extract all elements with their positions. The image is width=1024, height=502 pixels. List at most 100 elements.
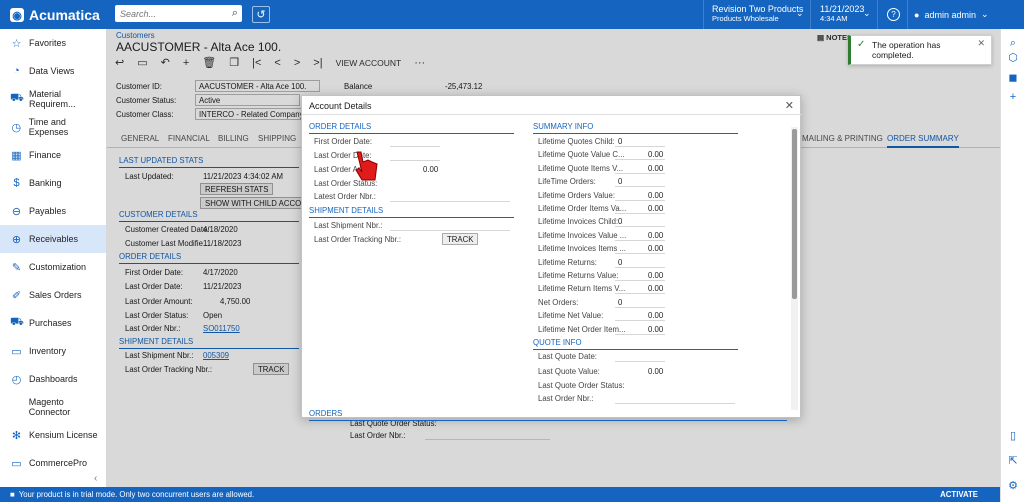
sidebar-item-label: Banking xyxy=(29,178,62,188)
summary-field-underline xyxy=(615,320,665,322)
gear-icon[interactable]: ⚙ xyxy=(1006,479,1020,492)
last-quote-date-field xyxy=(615,361,665,362)
menu-icon: ◷ xyxy=(11,121,22,134)
sidebar-item-data-views[interactable]: ◔ Data Views xyxy=(0,57,106,85)
summary-value: 0 xyxy=(618,217,623,227)
panel-icon[interactable]: ▯ xyxy=(1006,429,1020,442)
menu-icon: ✐ xyxy=(11,289,22,302)
last-order-nbr-field xyxy=(615,403,735,404)
summary-field-underline xyxy=(615,293,665,295)
summary-value: 0.00 xyxy=(648,271,664,280)
last-order-nbr-label: Last Order Nbr.: xyxy=(538,394,594,403)
summary-field-underline xyxy=(615,226,665,228)
help-icon[interactable]: ? xyxy=(887,8,900,21)
summary-label: Lifetime Quotes Child: xyxy=(538,137,615,146)
summary-field-underline xyxy=(615,213,665,214)
summary-value: 0 xyxy=(618,177,623,187)
summary-label: Lifetime Quote Items V... xyxy=(538,163,624,173)
menu-icon: ⛟ xyxy=(10,316,24,328)
summary-field-underline xyxy=(615,172,665,174)
sidebar-item-payables[interactable]: ⊖ Payables xyxy=(0,197,106,225)
summary-value: 0.00 xyxy=(648,230,664,240)
top-bar: ◉ Acumatica ⌕ ↺ Revision Two Products Pro… xyxy=(0,0,1024,29)
right-rail: ⌕ ⬡ ◼ + ▯ ⇱ ⚙ xyxy=(1000,29,1024,502)
acumatica-logo[interactable]: ◉ Acumatica xyxy=(10,7,100,23)
add-icon[interactable]: + xyxy=(1006,91,1020,103)
sidebar-item-label: Favorites xyxy=(29,38,67,48)
menu-icon: ⊕ xyxy=(11,233,22,246)
history-icon[interactable]: ↺ xyxy=(252,6,270,23)
close-icon[interactable]: ✕ xyxy=(977,38,985,49)
sidebar-item-dashboards[interactable]: ◴ Dashboards xyxy=(0,365,106,393)
summary-value: 0.00 xyxy=(648,163,664,173)
sidebar-item-label: Magento Connector xyxy=(28,397,71,417)
activate-button[interactable]: ACTIVATE xyxy=(940,490,978,499)
summary-field-underline xyxy=(615,159,665,161)
last-quote-value-label: Last Quote Value: xyxy=(538,367,600,376)
summary-field-underline xyxy=(615,199,665,201)
global-search[interactable]: ⌕ xyxy=(115,5,242,22)
sidebar-item-label: Sales Orders xyxy=(29,290,82,300)
sidebar-item-magento-connector[interactable]: Magento Connector xyxy=(0,393,106,421)
search-input[interactable] xyxy=(115,5,220,22)
menu-icon: ◴ xyxy=(11,373,22,386)
sidebar-item-sales-orders[interactable]: ✐ Sales Orders xyxy=(0,281,106,309)
divider xyxy=(877,0,878,29)
app-icon[interactable]: ⬡ xyxy=(1006,51,1020,64)
last-order-amount-value: 0.00 xyxy=(423,165,439,174)
external-link-icon[interactable]: ⇱ xyxy=(1006,454,1020,467)
sidebar-item-time-and-expenses[interactable]: ◷ Time and Expenses xyxy=(0,113,106,141)
chevron-down-icon[interactable]: ⌄ xyxy=(863,8,871,19)
last-quote-order-status-label: Last Quote Order Status: xyxy=(538,381,625,390)
scrollbar-thumb[interactable] xyxy=(792,129,797,299)
summary-field-underline xyxy=(615,186,665,188)
shipment-details-header: SHIPMENT DETAILS xyxy=(309,206,514,218)
sidebar-item-purchases[interactable]: ⛟ Purchases xyxy=(0,309,106,337)
summary-label: Net Orders: xyxy=(538,297,579,307)
summary-value: 0 xyxy=(618,257,623,267)
orders-header: ORDERS xyxy=(309,409,787,421)
sidebar-item-inventory[interactable]: ▭ Inventory xyxy=(0,337,106,365)
dialog-header: Account Details ✕ xyxy=(302,96,802,115)
dialog-scrollbar[interactable] xyxy=(791,127,798,410)
sidebar-item-label: Kensium License xyxy=(29,430,98,440)
sidebar-item-label: Time and Expenses xyxy=(28,117,69,137)
sidebar-item-receivables[interactable]: ⊕ Receivables xyxy=(0,225,106,253)
track-button[interactable]: TRACK xyxy=(442,233,479,245)
summary-label: Lifetime Net Order Item... xyxy=(538,324,626,334)
menu-icon: ✻ xyxy=(11,429,22,442)
branch-name: Products Wholesale xyxy=(712,14,779,23)
order-details-header: ORDER DETAILS xyxy=(309,122,514,134)
branch-selector[interactable]: Revision Two Products Products Wholesale xyxy=(712,4,803,24)
summary-label: Lifetime Invoices Items ... xyxy=(538,244,626,254)
sidebar-item-banking[interactable]: $ Banking xyxy=(0,169,106,197)
summary-value: 0.00 xyxy=(648,204,664,213)
search-icon[interactable]: ⌕ xyxy=(232,7,238,20)
chevron-down-icon[interactable]: ⌄ xyxy=(796,8,804,19)
collapse-menu-icon[interactable]: ‹ xyxy=(94,473,97,484)
outlook-icon[interactable]: ◼ xyxy=(1006,71,1020,84)
menu-icon: ✎ xyxy=(11,261,22,274)
close-icon[interactable]: ✕ xyxy=(785,99,794,112)
divider xyxy=(703,0,704,29)
sidebar-item-kensium-license[interactable]: ✻ Kensium License xyxy=(0,421,106,449)
menu-icon: ☆ xyxy=(11,37,22,50)
sidebar-item-material-requirem[interactable]: ⛟ Material Requirem... xyxy=(0,85,106,113)
sidebar-item-finance[interactable]: ▦ Finance xyxy=(0,141,106,169)
sidebar-item-commercepro[interactable]: ▭ CommercePro xyxy=(0,449,106,477)
trial-message: ■ Your product is in trial mode. Only two… xyxy=(10,490,254,499)
sidebar-item-favorites[interactable]: ☆ Favorites xyxy=(0,29,106,57)
summary-field-underline xyxy=(615,280,665,281)
sidebar-item-customization[interactable]: ✎ Customization xyxy=(0,253,106,281)
latest-order-nbr-field xyxy=(390,201,510,202)
summary-value: 0 xyxy=(618,297,623,307)
search-icon[interactable]: ⌕ xyxy=(1006,37,1020,50)
user-menu[interactable]: ● admin admin ⌄ xyxy=(914,9,989,20)
summary-label: Lifetime Invoices Child: xyxy=(538,217,619,227)
hand-pointer-icon xyxy=(355,151,378,181)
sidebar-item-label: Inventory xyxy=(29,346,67,356)
menu-icon: ◔ xyxy=(13,65,20,77)
business-date[interactable]: 11/21/2023 4:34 AM xyxy=(820,4,864,24)
menu-icon: ⊖ xyxy=(11,205,22,218)
account-details-dialog: Account Details ✕ ORDER DETAILS First Or… xyxy=(301,95,802,421)
